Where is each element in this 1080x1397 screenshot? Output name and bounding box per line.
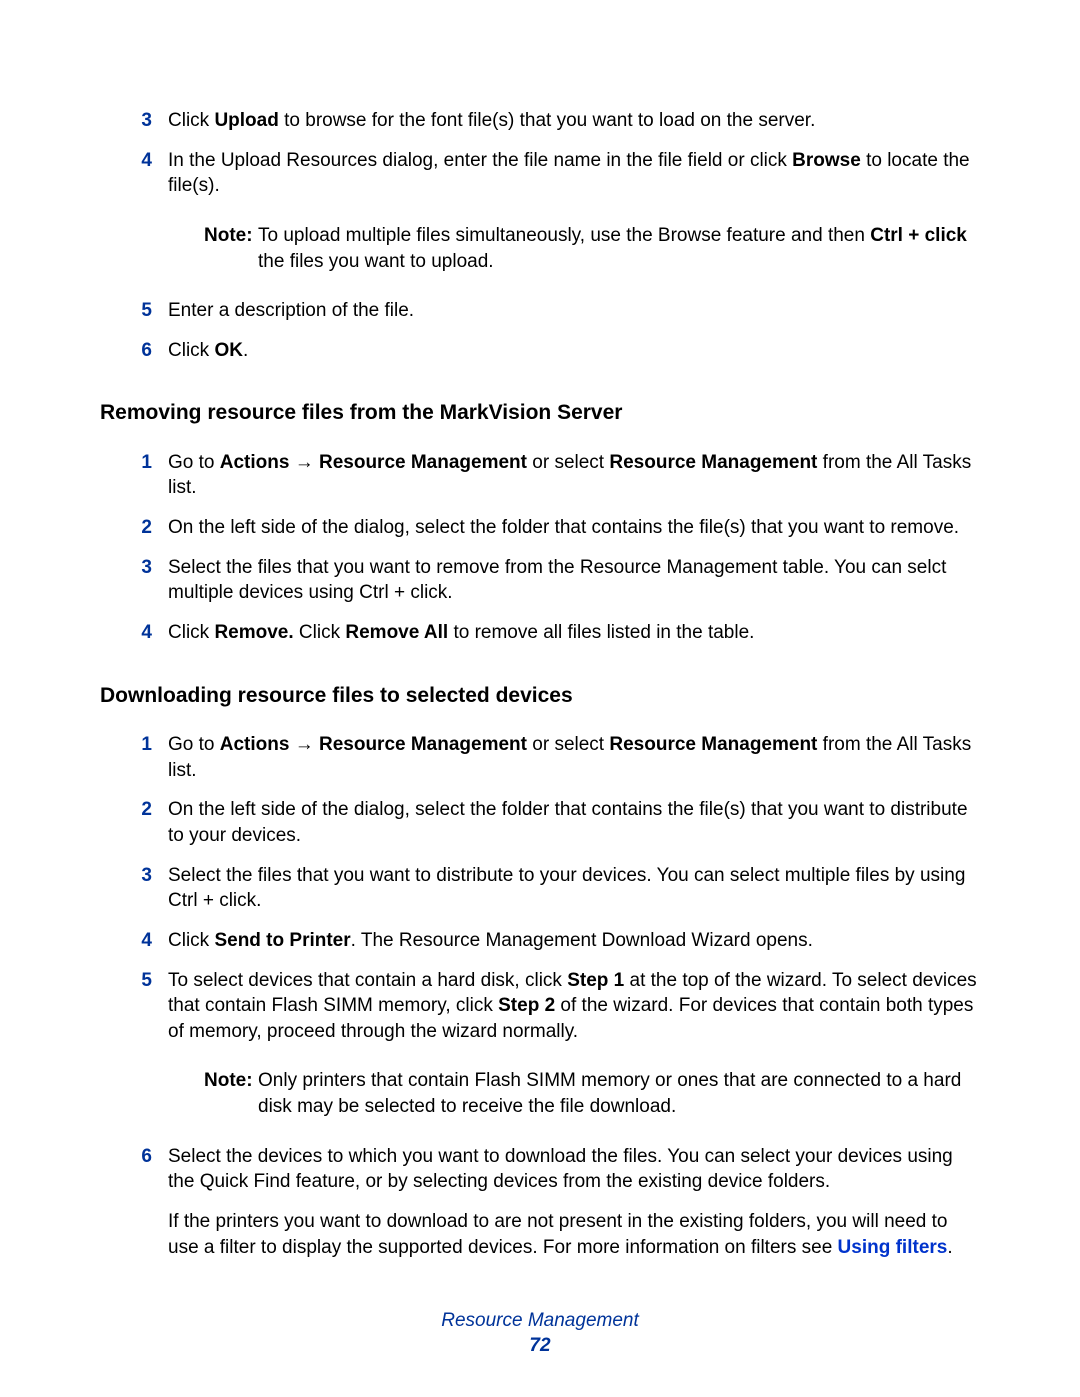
note-body: To upload multiple files simultaneously,… bbox=[258, 223, 980, 274]
section2-list-block: 1Go to Actions → Resource Management or … bbox=[100, 732, 980, 1260]
section1-list-block: 1Go to Actions → Resource Management or … bbox=[100, 450, 980, 646]
list-text: On the left side of the dialog, select t… bbox=[168, 797, 980, 848]
extra-paragraph: If the printers you want to download to … bbox=[168, 1209, 980, 1260]
list-text: Go to Actions → Resource Management or s… bbox=[168, 450, 980, 501]
list-item: 5Enter a description of the file. bbox=[122, 298, 980, 324]
list-number: 2 bbox=[122, 515, 168, 541]
heading-downloading: Downloading resource files to selected d… bbox=[100, 682, 980, 710]
list-text: Select the files that you want to remove… bbox=[168, 555, 980, 606]
top-list-block: 3Click Upload to browse for the font fil… bbox=[100, 108, 980, 363]
list-item: 3Select the files that you want to distr… bbox=[122, 863, 980, 914]
list-number: 5 bbox=[122, 968, 168, 1045]
list-number: 3 bbox=[122, 555, 168, 606]
list-item: 6Select the devices to which you want to… bbox=[122, 1144, 980, 1195]
list-number: 4 bbox=[122, 620, 168, 646]
list-item: 1Go to Actions → Resource Management or … bbox=[122, 450, 980, 501]
list-number: 6 bbox=[122, 1144, 168, 1195]
note-label: Note: bbox=[204, 1068, 258, 1119]
list-item: 5To select devices that contain a hard d… bbox=[122, 968, 980, 1045]
note-flash-simm: Note: Only printers that contain Flash S… bbox=[204, 1068, 980, 1119]
note-label: Note: bbox=[204, 223, 258, 274]
page: 3Click Upload to browse for the font fil… bbox=[0, 0, 1080, 1397]
footer-page-number: 72 bbox=[0, 1333, 1080, 1359]
list-number: 1 bbox=[122, 450, 168, 501]
list-item: 6Click OK. bbox=[122, 338, 980, 364]
list-number: 3 bbox=[122, 108, 168, 134]
list-text: Select the files that you want to distri… bbox=[168, 863, 980, 914]
list-text: Click Send to Printer. The Resource Mana… bbox=[168, 928, 980, 954]
list-number: 2 bbox=[122, 797, 168, 848]
list-number: 6 bbox=[122, 338, 168, 364]
footer-title: Resource Management bbox=[0, 1308, 1080, 1334]
link-using-filters[interactable]: Using filters bbox=[838, 1237, 948, 1258]
page-footer: Resource Management 72 bbox=[0, 1308, 1080, 1359]
list-text: In the Upload Resources dialog, enter th… bbox=[168, 148, 980, 199]
list-text: Click Remove. Click Remove All to remove… bbox=[168, 620, 980, 646]
note-upload-multiple: Note: To upload multiple files simultane… bbox=[204, 223, 980, 274]
list-number: 5 bbox=[122, 298, 168, 324]
list-text: Click OK. bbox=[168, 338, 980, 364]
list-item: 2On the left side of the dialog, select … bbox=[122, 515, 980, 541]
list-item: 4Click Send to Printer. The Resource Man… bbox=[122, 928, 980, 954]
list-number: 1 bbox=[122, 732, 168, 783]
list-text: To select devices that contain a hard di… bbox=[168, 968, 980, 1045]
list-number: 4 bbox=[122, 928, 168, 954]
list-item: 1Go to Actions → Resource Management or … bbox=[122, 732, 980, 783]
heading-removing: Removing resource files from the MarkVis… bbox=[100, 399, 980, 427]
list-text: On the left side of the dialog, select t… bbox=[168, 515, 980, 541]
list-number: 3 bbox=[122, 863, 168, 914]
list-item: 4In the Upload Resources dialog, enter t… bbox=[122, 148, 980, 199]
list-item: 2On the left side of the dialog, select … bbox=[122, 797, 980, 848]
list-item: 3Select the files that you want to remov… bbox=[122, 555, 980, 606]
list-text: Click Upload to browse for the font file… bbox=[168, 108, 980, 134]
list-text: Go to Actions → Resource Management or s… bbox=[168, 732, 980, 783]
note-body: Only printers that contain Flash SIMM me… bbox=[258, 1068, 980, 1119]
list-number: 4 bbox=[122, 148, 168, 199]
list-text: Enter a description of the file. bbox=[168, 298, 980, 324]
list-item: 3Click Upload to browse for the font fil… bbox=[122, 108, 980, 134]
list-item: 4Click Remove. Click Remove All to remov… bbox=[122, 620, 980, 646]
list-text: Select the devices to which you want to … bbox=[168, 1144, 980, 1195]
